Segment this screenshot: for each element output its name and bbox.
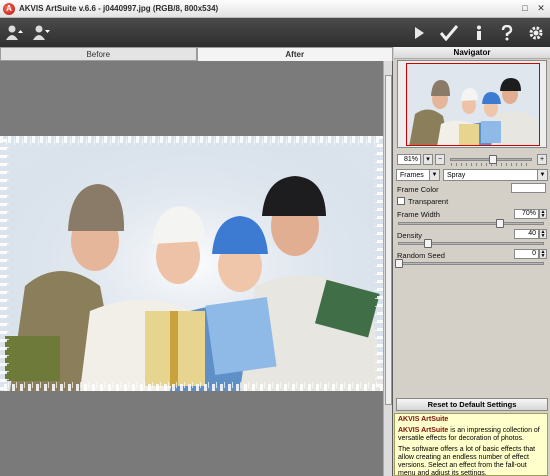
help-title: AKVIS ArtSuite xyxy=(398,416,449,423)
frame-width-label: Frame Width xyxy=(397,210,440,219)
frame-color-label: Frame Color xyxy=(397,185,439,194)
navigator-title: Navigator xyxy=(394,47,550,59)
reset-defaults-button[interactable]: Reset to Default Settings xyxy=(396,398,548,411)
density-spinner[interactable]: ▲ ▼ xyxy=(539,229,547,239)
akvis-logo-icon: A xyxy=(3,2,15,15)
help-paragraph-2: The software offers a lot of basic effec… xyxy=(398,446,536,476)
density-label: Density xyxy=(397,231,423,240)
navigator-box xyxy=(397,60,547,148)
random-seed-spinner[interactable]: ▲ ▼ xyxy=(539,249,547,259)
open-image-icon[interactable] xyxy=(3,22,25,44)
frame-width-field[interactable]: 70% xyxy=(514,209,539,219)
help-brand: AKVIS ArtSuite xyxy=(398,427,449,434)
random-seed-slider[interactable] xyxy=(395,259,544,268)
image-canvas[interactable] xyxy=(0,61,393,476)
tab-after[interactable]: After xyxy=(196,47,393,61)
chevron-down-icon: ▼ xyxy=(429,170,439,180)
help-paragraph-1: AKVIS ArtSuite is an impressing collecti… xyxy=(398,427,544,443)
random-seed-label: Random Seed xyxy=(397,251,445,260)
density-slider[interactable] xyxy=(398,239,544,248)
window-title: AKVIS ArtSuite v.6.6 - j0440997.jpg (RGB… xyxy=(19,4,219,13)
transparent-label: Transparent xyxy=(408,197,449,206)
title-bar: A AKVIS ArtSuite v.6.6 - j0440997.jpg (R… xyxy=(0,0,550,18)
zoom-controls: 81% ▾ − + xyxy=(397,153,547,166)
view-tabs: Before After xyxy=(0,47,393,61)
scrollbar-thumb[interactable] xyxy=(385,75,392,405)
close-button[interactable]: ✕ xyxy=(536,3,546,13)
effect-category-value: Frames xyxy=(400,171,424,179)
save-image-icon[interactable] xyxy=(30,22,52,44)
run-icon[interactable] xyxy=(408,22,430,44)
frame-width-slider-thumb[interactable] xyxy=(495,219,504,228)
maximize-button[interactable]: □ xyxy=(520,3,530,13)
info-icon[interactable] xyxy=(468,22,490,44)
vertical-scrollbar[interactable] xyxy=(383,61,392,476)
apply-icon[interactable] xyxy=(438,22,460,44)
settings-panel: Navigator 81% ▾ − + Frames ▼ Spray ▼ Fra… xyxy=(394,47,550,476)
toolbar xyxy=(0,18,550,47)
canvas-background xyxy=(0,61,384,136)
zoom-dropdown-button[interactable]: ▾ xyxy=(423,153,433,165)
zoom-in-button[interactable]: + xyxy=(537,153,547,165)
transparent-checkbox[interactable] xyxy=(397,197,405,205)
result-image xyxy=(0,136,384,391)
zoom-slider[interactable] xyxy=(450,154,532,166)
frame-width-slider[interactable] xyxy=(398,219,544,228)
random-seed-slider-thumb[interactable] xyxy=(395,259,403,268)
effect-selectors: Frames ▼ Spray ▼ xyxy=(396,169,548,181)
density-field[interactable]: 40 xyxy=(514,229,539,239)
tab-before[interactable]: Before xyxy=(0,47,197,61)
settings-icon[interactable] xyxy=(525,22,547,44)
chevron-down-icon: ▼ xyxy=(537,170,547,180)
help-panel: AKVIS ArtSuite AKVIS ArtSuite is an impr… xyxy=(394,413,548,476)
zoom-out-button[interactable]: − xyxy=(435,153,445,165)
effect-type-select[interactable]: Spray ▼ xyxy=(443,169,548,181)
random-seed-field[interactable]: 0 xyxy=(514,249,539,259)
frame-width-spinner[interactable]: ▲ ▼ xyxy=(539,209,547,219)
navigator-thumbnail[interactable] xyxy=(406,63,540,146)
density-slider-thumb[interactable] xyxy=(423,239,432,248)
zoom-slider-thumb[interactable] xyxy=(489,154,498,164)
help-icon[interactable] xyxy=(496,22,518,44)
effect-type-value: Spray xyxy=(447,171,466,179)
frame-color-swatch[interactable] xyxy=(511,183,546,193)
effect-category-select[interactable]: Frames ▼ xyxy=(396,169,440,181)
zoom-field[interactable]: 81% xyxy=(397,153,421,165)
